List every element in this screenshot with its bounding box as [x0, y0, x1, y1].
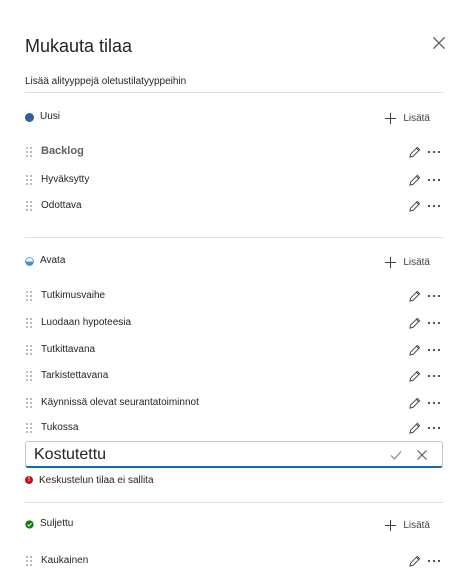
- add-label: Lisätä: [403, 112, 430, 124]
- group-header-uusi: Uusi Lisätä: [25, 108, 443, 128]
- item-label: Käynnissä olevat seurantatoiminnot: [41, 397, 199, 408]
- group-header-avata: Avata Lisätä: [25, 252, 443, 272]
- item-label: Hyväksytty: [41, 174, 90, 185]
- drag-handle-icon[interactable]: [25, 290, 33, 302]
- drag-handle-icon[interactable]: [25, 555, 33, 567]
- panel-title: Mukauta tilaa: [25, 36, 133, 56]
- more-options-icon[interactable]: [427, 422, 441, 434]
- more-options-icon[interactable]: [427, 555, 441, 567]
- error-message: Keskustelun tilaa ei sallita: [39, 474, 154, 486]
- plus-icon: [385, 112, 397, 124]
- group-name-suljettu: Suljettu: [40, 518, 74, 529]
- plus-icon: [385, 256, 397, 268]
- group-name-avata: Avata: [40, 255, 66, 266]
- drag-handle-icon[interactable]: [25, 317, 33, 329]
- pencil-icon[interactable]: [407, 199, 422, 214]
- more-options-icon[interactable]: [427, 200, 441, 212]
- new-state-input[interactable]: [34, 445, 374, 465]
- drag-handle-icon[interactable]: [25, 200, 33, 212]
- filled-circle-icon: [25, 113, 34, 122]
- drag-handle-icon[interactable]: [25, 174, 33, 186]
- checkmark-icon[interactable]: [388, 447, 404, 463]
- pencil-icon[interactable]: [407, 173, 422, 188]
- add-button-uusi[interactable]: Lisätä: [384, 108, 430, 128]
- list-item[interactable]: Luodaan hypoteesia: [25, 314, 443, 334]
- pencil-icon[interactable]: [407, 316, 422, 331]
- pencil-icon[interactable]: [407, 145, 422, 160]
- more-options-icon[interactable]: [427, 146, 441, 158]
- list-item[interactable]: Tukossa: [25, 419, 443, 439]
- divider: [25, 92, 443, 93]
- drag-handle-icon[interactable]: [25, 146, 33, 158]
- item-label: Backlog: [41, 145, 84, 157]
- pencil-icon[interactable]: [407, 369, 422, 384]
- add-button-avata[interactable]: Lisätä: [384, 252, 430, 272]
- group-header-suljettu: Suljettu Lisätä: [25, 515, 443, 535]
- add-button-suljettu[interactable]: Lisätä: [384, 515, 430, 535]
- plus-icon: [385, 519, 397, 531]
- divider: [25, 237, 443, 238]
- list-item[interactable]: Tutkittavana: [25, 341, 443, 361]
- item-label: Tukossa: [41, 422, 79, 433]
- add-label: Lisätä: [403, 256, 430, 268]
- validation-error: ! Keskustelun tilaa ei sallita: [25, 473, 154, 487]
- item-label: Kaukainen: [41, 555, 89, 566]
- item-label: Odottava: [41, 200, 82, 211]
- add-label: Lisätä: [403, 519, 430, 531]
- pencil-icon[interactable]: [407, 343, 422, 358]
- dismiss-icon[interactable]: [414, 447, 430, 463]
- more-options-icon[interactable]: [427, 344, 441, 356]
- pencil-icon[interactable]: [407, 289, 422, 304]
- list-item[interactable]: Backlog: [25, 143, 443, 163]
- item-label: Tutkimusvaihe: [41, 290, 106, 301]
- check-circle-icon: [25, 520, 34, 529]
- more-options-icon[interactable]: [427, 317, 441, 329]
- more-options-icon[interactable]: [427, 290, 441, 302]
- customize-state-panel: Mukauta tilaa Lisää alityyppejä oletusti…: [0, 0, 467, 583]
- pencil-icon[interactable]: [407, 396, 422, 411]
- more-options-icon[interactable]: [427, 397, 441, 409]
- item-label: Tutkittavana: [41, 344, 96, 355]
- drag-handle-icon[interactable]: [25, 370, 33, 382]
- error-icon: !: [25, 476, 33, 484]
- list-item[interactable]: Kaukainen: [25, 552, 443, 572]
- group-name-uusi: Uusi: [40, 111, 61, 122]
- more-options-icon[interactable]: [427, 174, 441, 186]
- close-icon[interactable]: [430, 34, 448, 52]
- drag-handle-icon[interactable]: [25, 397, 33, 409]
- pencil-icon[interactable]: [407, 554, 422, 569]
- list-item[interactable]: Tutkimusvaihe: [25, 287, 443, 307]
- new-state-editor: [25, 441, 443, 468]
- half-circle-icon: [25, 257, 34, 266]
- divider: [25, 502, 443, 503]
- item-label: Luodaan hypoteesia: [41, 317, 132, 328]
- drag-handle-icon[interactable]: [25, 344, 33, 356]
- panel-subtitle: Lisää alityyppejä oletustilatyyppeihin: [25, 76, 187, 87]
- more-options-icon[interactable]: [427, 370, 441, 382]
- list-item[interactable]: Odottava: [25, 197, 443, 217]
- list-item[interactable]: Hyväksytty: [25, 171, 443, 191]
- drag-handle-icon[interactable]: [25, 422, 33, 434]
- item-label: Tarkistettavana: [41, 370, 109, 381]
- list-item[interactable]: Käynnissä olevat seurantatoiminnot: [25, 394, 443, 414]
- pencil-icon[interactable]: [407, 421, 422, 436]
- list-item[interactable]: Tarkistettavana: [25, 367, 443, 387]
